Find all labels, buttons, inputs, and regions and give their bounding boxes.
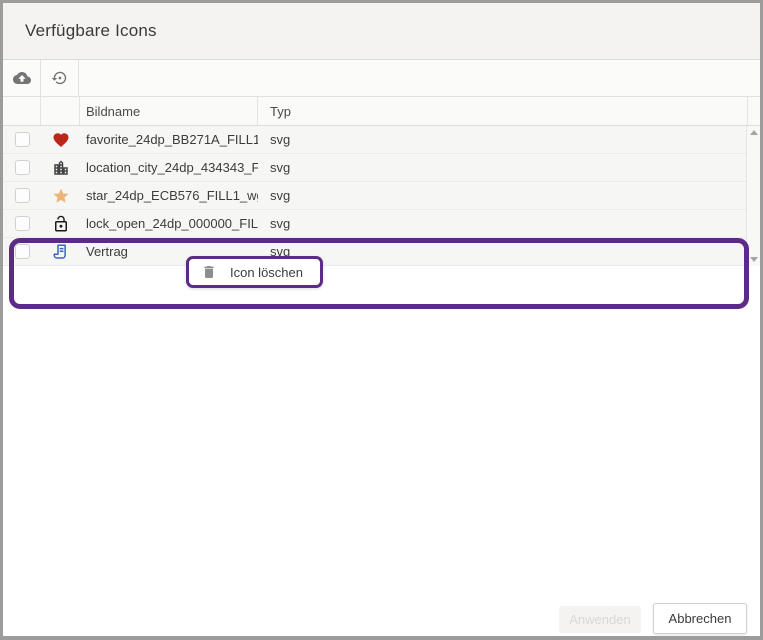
upload-icon-button[interactable] xyxy=(3,60,41,96)
header-typ[interactable]: Typ xyxy=(258,97,748,125)
typ-cell: svg xyxy=(258,126,746,153)
bildname-cell: location_city_24dp_434343_F… xyxy=(80,154,258,181)
row-checkbox[interactable] xyxy=(15,216,30,231)
restore-icon-button[interactable] xyxy=(41,60,79,96)
row-checkbox[interactable] xyxy=(15,244,30,259)
apply-button[interactable]: Anwenden xyxy=(559,606,641,633)
bildname-cell: favorite_24dp_BB271A_FILL1… xyxy=(80,126,258,153)
scroll-down-icon[interactable] xyxy=(750,257,758,262)
header-icon-column xyxy=(41,97,80,125)
table-row[interactable]: location_city_24dp_434343_F… svg xyxy=(3,154,746,182)
history-restore-icon xyxy=(51,69,69,87)
building-icon xyxy=(52,159,70,177)
cloud-upload-icon xyxy=(13,69,31,87)
header-checkbox-column xyxy=(3,97,41,125)
header-bildname[interactable]: Bildname xyxy=(80,97,258,125)
table-row[interactable]: favorite_24dp_BB271A_FILL1… svg xyxy=(3,126,746,154)
typ-cell: svg xyxy=(258,182,746,209)
typ-cell: svg xyxy=(258,210,746,237)
scroll-up-icon[interactable] xyxy=(750,130,758,135)
table-row[interactable]: Vertrag svg xyxy=(3,238,746,266)
table-row[interactable]: lock_open_24dp_000000_FIL… svg xyxy=(3,210,746,238)
row-checkbox[interactable] xyxy=(15,188,30,203)
table-rows: favorite_24dp_BB271A_FILL1… svg location… xyxy=(3,126,746,266)
typ-cell: svg xyxy=(258,154,746,181)
row-checkbox[interactable] xyxy=(15,160,30,175)
context-menu[interactable]: Icon löschen xyxy=(186,256,323,288)
available-icons-dialog: Verfügbare Icons Bildname Typ xyxy=(0,0,763,640)
cancel-button[interactable]: Abbrechen xyxy=(653,603,747,634)
bildname-cell: star_24dp_ECB576_FILL1_wg… xyxy=(80,182,258,209)
dialog-titlebar: Verfügbare Icons xyxy=(3,3,760,60)
header-filler xyxy=(748,97,760,125)
dialog-title: Verfügbare Icons xyxy=(25,21,157,41)
lock-open-icon xyxy=(52,215,70,233)
contract-icon xyxy=(52,243,70,261)
vertical-scrollbar[interactable] xyxy=(746,126,760,266)
toolbar xyxy=(3,60,760,97)
heart-icon xyxy=(52,131,70,149)
typ-cell: svg xyxy=(258,238,746,265)
table-body: favorite_24dp_BB271A_FILL1… svg location… xyxy=(3,126,760,266)
delete-icon-menu-item[interactable]: Icon löschen xyxy=(230,265,303,280)
table-row[interactable]: star_24dp_ECB576_FILL1_wg… svg xyxy=(3,182,746,210)
star-icon xyxy=(52,187,70,205)
table-header: Bildname Typ xyxy=(3,97,760,126)
trash-icon xyxy=(201,264,217,280)
row-checkbox[interactable] xyxy=(15,132,30,147)
bildname-cell: lock_open_24dp_000000_FIL… xyxy=(80,210,258,237)
